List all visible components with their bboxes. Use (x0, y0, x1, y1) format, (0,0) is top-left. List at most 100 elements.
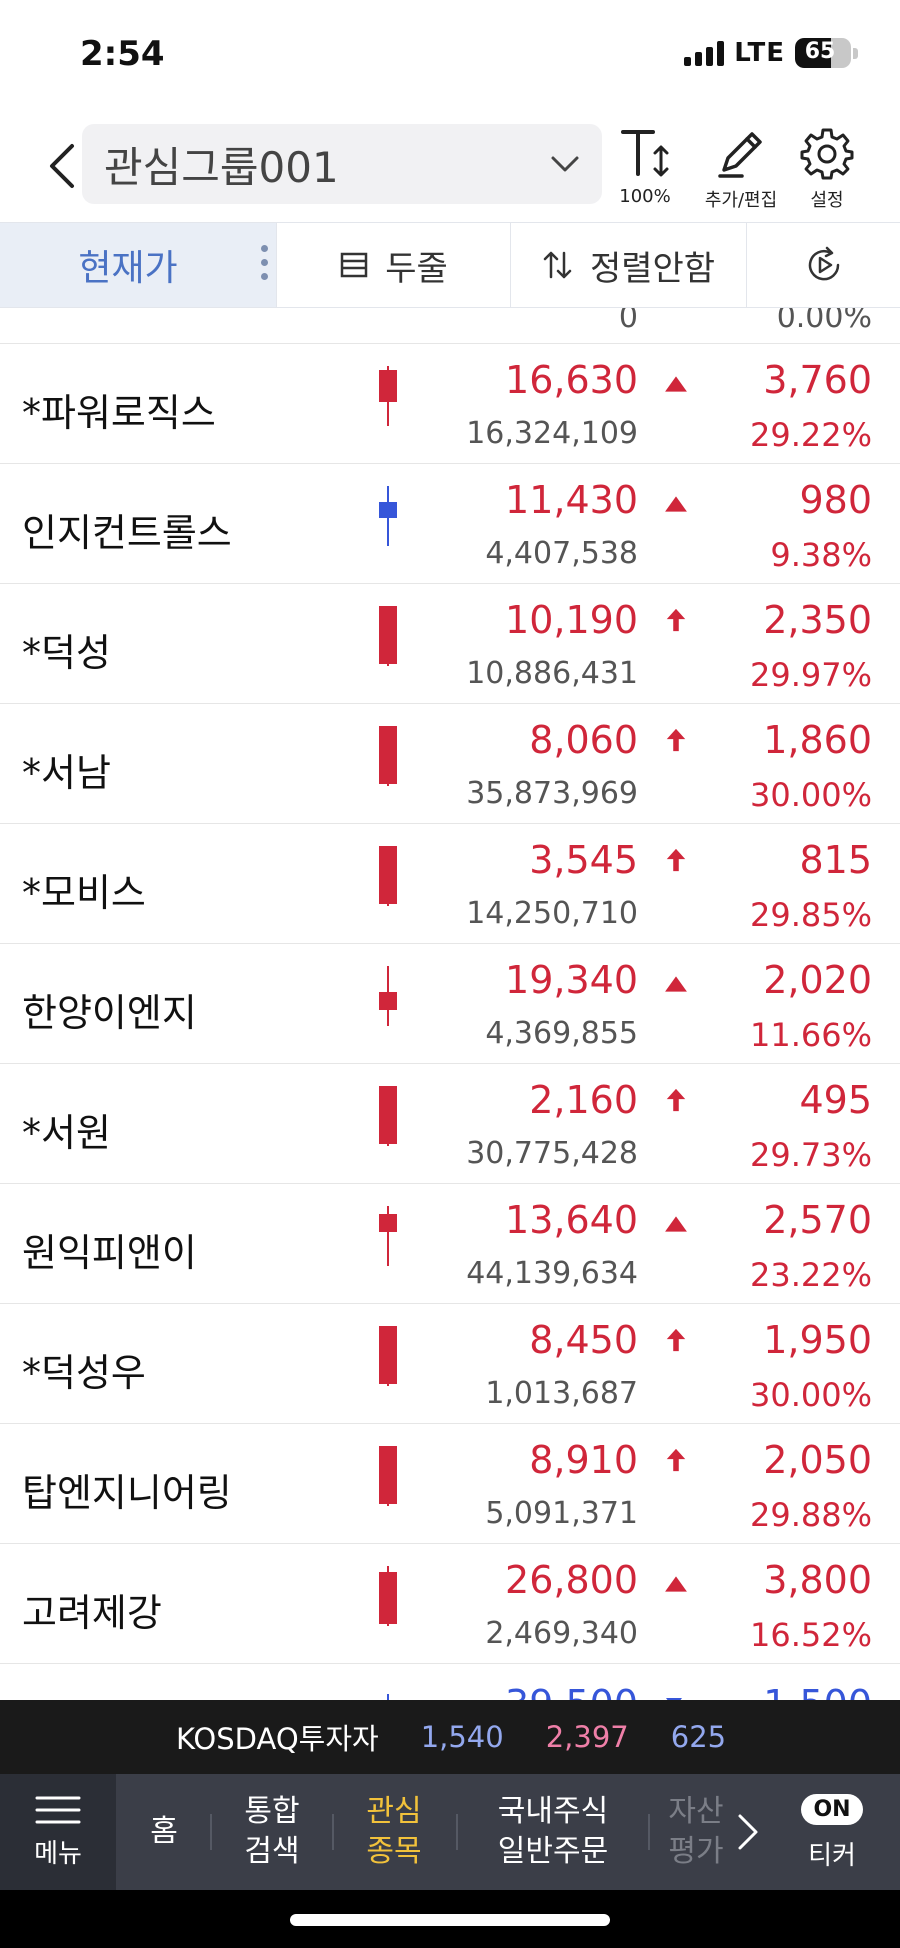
change-amount: 815 (799, 838, 872, 882)
kosdaq-label: KOSDAQ투자자 (176, 1722, 379, 1756)
volume: 44,139,634 (466, 1256, 638, 1291)
nav-divider (332, 1814, 334, 1850)
back-button[interactable] (36, 136, 86, 196)
change-amount: 495 (799, 1078, 872, 1122)
signal-icon (684, 40, 725, 66)
list-item-partial[interactable]: 39,500 1,500 (0, 1664, 900, 1702)
list-item-partial[interactable]: 0 0.00% (0, 308, 900, 344)
list-item[interactable]: *서원 2,160 30,775,428 495 29.73% (0, 1064, 900, 1184)
nav-order-label-2: 일반주문 (497, 1834, 609, 1869)
list-item[interactable]: 인지컨트롤스 11,430 4,407,538 980 9.38% (0, 464, 900, 584)
candle-icon (379, 1566, 397, 1626)
stock-name: 고려제강 (22, 1591, 162, 1635)
list-lines-icon (340, 252, 368, 278)
candle-icon (379, 726, 397, 786)
limit-up-arrow-icon (666, 848, 686, 872)
two-line-label: 두줄 (385, 248, 448, 289)
nav-domestic-order[interactable]: 국내주식 일반주문 (478, 1774, 628, 1890)
settings-button[interactable]: 설정 (784, 126, 870, 216)
candle-icon (379, 1446, 397, 1506)
change-amount: 2,350 (763, 598, 872, 642)
nav-search-label-2: 검색 (244, 1834, 300, 1869)
change-amount: 3,760 (763, 358, 872, 402)
list-item[interactable]: *덕성우 8,450 1,013,687 1,950 30.00% (0, 1304, 900, 1424)
bottom-nav: 메뉴 홈 통합 검색 관심 종목 국내주식 일반주문 자산 평가 ON 티커 (0, 1774, 900, 1890)
nav-asset-label-1: 자산 (668, 1794, 724, 1829)
text-size-icon (621, 130, 669, 177)
home-indicator-area (0, 1890, 900, 1948)
nav-watchlist[interactable]: 관심 종목 (354, 1774, 434, 1890)
change-amount: 980 (799, 478, 872, 522)
list-item[interactable]: *덕성 10,190 10,886,431 2,350 29.97% (0, 584, 900, 704)
kosdaq-value-2: 2,397 (545, 1720, 629, 1754)
current-price-tab[interactable]: 현재가 (0, 223, 276, 307)
list-item[interactable]: *파워로직스 16,630 16,324,109 3,760 29.22% (0, 344, 900, 464)
home-indicator[interactable] (290, 1914, 610, 1926)
list-toolbar: 현재가 두줄 정렬안함 (0, 222, 900, 308)
change-amount: 2,020 (763, 958, 872, 1002)
nav-integrated-search[interactable]: 통합 검색 (232, 1774, 312, 1890)
list-item[interactable]: 고려제강 26,800 2,469,340 3,800 16.52% (0, 1544, 900, 1664)
menu-button[interactable]: 메뉴 (0, 1774, 116, 1890)
current-price: 10,190 (505, 598, 638, 642)
list-item[interactable]: 원익피앤이 13,640 44,139,634 2,570 23.22% (0, 1184, 900, 1304)
kosdaq-investor-bar[interactable]: KOSDAQ투자자 1,540 2,397 625 (0, 1700, 900, 1774)
list-item[interactable]: 한양이엔지 19,340 4,369,855 2,020 11.66% (0, 944, 900, 1064)
volume: 0 (618, 308, 638, 335)
change-pct: 23.22% (749, 1256, 872, 1294)
candle-icon (379, 966, 397, 1026)
two-line-button[interactable]: 두줄 (276, 223, 510, 307)
sort-button[interactable]: 정렬안함 (510, 223, 746, 307)
candle-icon (379, 846, 397, 906)
sort-arrows-icon (543, 251, 572, 279)
list-item[interactable]: 탑엔지니어링 8,910 5,091,371 2,050 29.88% (0, 1424, 900, 1544)
current-price: 39,500 (505, 1682, 638, 1702)
volume: 4,369,855 (485, 1016, 638, 1051)
stock-name: *파워로직스 (22, 391, 216, 435)
stock-name: *서남 (22, 751, 111, 795)
stock-name: 탑엔지니어링 (22, 1471, 232, 1515)
volume: 2,469,340 (485, 1616, 638, 1651)
candle-icon (379, 1326, 397, 1386)
limit-up-arrow-icon (666, 1328, 686, 1352)
change-pct: 9.38% (770, 536, 872, 574)
list-item[interactable]: *모비스 3,545 14,250,710 815 29.85% (0, 824, 900, 944)
gear-icon (800, 128, 854, 180)
triangle-up-icon (665, 376, 687, 392)
ticker-toggle[interactable]: ON 티커 (796, 1794, 868, 1872)
add-edit-button[interactable]: 추가/편집 (698, 126, 784, 216)
group-selector[interactable]: 관심그룹001 (82, 124, 602, 204)
stock-name: 한양이엔지 (22, 991, 197, 1035)
current-price: 16,630 (505, 358, 638, 402)
change-amount: 1,860 (763, 718, 872, 762)
current-price: 8,910 (529, 1438, 638, 1482)
add-edit-label: 추가/편집 (704, 190, 778, 211)
nav-asset[interactable]: 자산 평가 (664, 1774, 728, 1890)
change-pct: 16.52% (749, 1616, 872, 1654)
watchlist[interactable]: 0 0.00% *파워로직스 16,630 16,324,109 3,760 29.22… (0, 308, 900, 1702)
header: 관심그룹001 100% 추가/편집 설정 (0, 116, 900, 216)
change-pct: 29.85% (749, 896, 872, 934)
font-size-button[interactable]: 100% (602, 126, 688, 216)
pencil-icon (718, 132, 762, 178)
change-pct: 29.73% (749, 1136, 872, 1174)
list-item[interactable]: *서남 8,060 35,873,969 1,860 30.00% (0, 704, 900, 824)
current-price: 8,060 (529, 718, 638, 762)
volume: 10,886,431 (466, 656, 638, 691)
change-pct: 0.00% (776, 308, 872, 335)
candle-icon (379, 1206, 397, 1266)
chevron-right-icon[interactable] (736, 1812, 760, 1852)
chevron-left-icon (50, 144, 74, 188)
current-price-label: 현재가 (78, 248, 178, 289)
current-price: 8,450 (529, 1318, 638, 1362)
change-amount: 2,570 (763, 1198, 872, 1242)
nav-watch-label-1: 관심 (366, 1794, 422, 1829)
kosdaq-value-1: 1,540 (420, 1720, 504, 1754)
more-vertical-icon[interactable] (261, 245, 268, 280)
stock-name: *덕성 (22, 631, 111, 675)
battery-icon: 65 (795, 38, 851, 68)
auto-refresh-button[interactable] (746, 223, 900, 307)
nav-home-label: 홈 (150, 1814, 178, 1849)
battery-tip (853, 47, 858, 59)
nav-home[interactable]: 홈 (140, 1774, 188, 1890)
